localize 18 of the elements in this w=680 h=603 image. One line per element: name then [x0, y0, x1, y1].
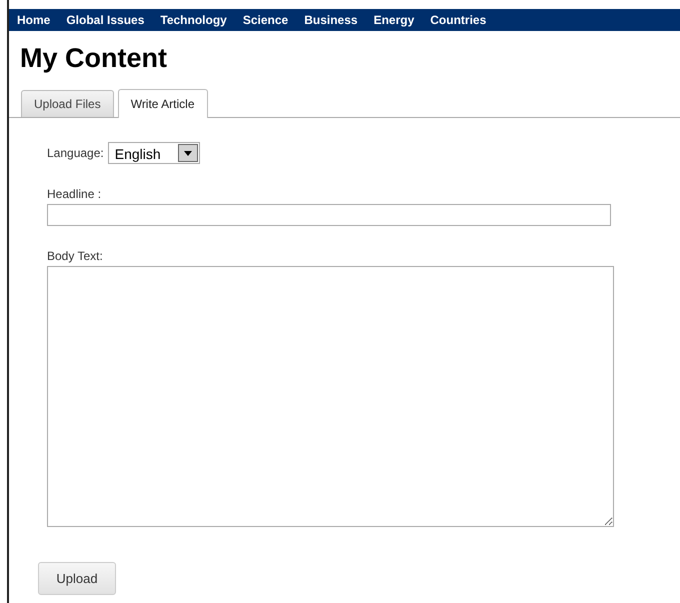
- page-title: My Content: [20, 42, 168, 74]
- caret-icon: [178, 144, 198, 162]
- tab[interactable]: Write Article: [118, 89, 208, 118]
- headline-label: Headline :: [47, 187, 102, 201]
- body-text-label: Body Text:: [47, 249, 104, 263]
- nav-link[interactable]: Home: [17, 13, 50, 27]
- language-select[interactable]: English: [108, 142, 200, 164]
- nav-link[interactable]: Countries: [430, 13, 486, 27]
- body-text-field[interactable]: [47, 266, 614, 527]
- headline-field[interactable]: [47, 204, 611, 226]
- language-label: Language:: [47, 146, 104, 160]
- nav-link[interactable]: Science: [242, 13, 288, 27]
- upload-button[interactable]: Upload: [38, 562, 116, 595]
- tab[interactable]: Upload Files: [21, 90, 114, 117]
- nav-link[interactable]: Business: [304, 13, 358, 27]
- nav-link[interactable]: Global Issues: [66, 13, 144, 27]
- nav-link[interactable]: Technology: [160, 13, 227, 27]
- nav-link[interactable]: Energy: [374, 13, 414, 27]
